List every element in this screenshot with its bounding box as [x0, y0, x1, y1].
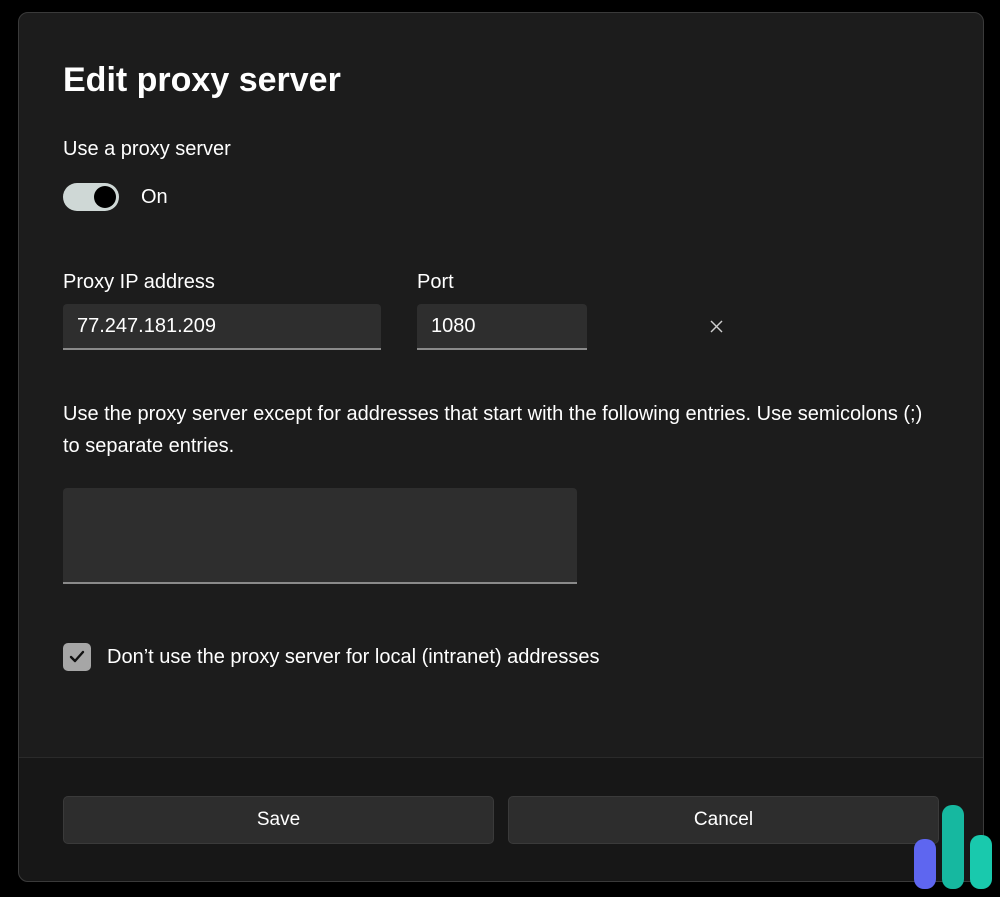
local-bypass-label: Don’t use the proxy server for local (in… [107, 646, 599, 669]
ip-label: Proxy IP address [63, 271, 381, 294]
clear-port-button[interactable] [710, 309, 723, 343]
port-input-wrap [417, 304, 587, 350]
watermark-logo [914, 805, 992, 889]
use-proxy-label: Use a proxy server [63, 138, 939, 161]
ip-field-group: Proxy IP address [63, 271, 381, 350]
port-field-group: Port [417, 271, 587, 350]
proxy-toggle[interactable] [63, 183, 119, 211]
local-bypass-row: Don’t use the proxy server for local (in… [63, 643, 939, 671]
dialog-footer: Save Cancel [19, 757, 983, 881]
proxy-toggle-state: On [141, 186, 168, 209]
proxy-ip-input[interactable] [63, 304, 381, 350]
proxy-toggle-row: On [63, 183, 939, 211]
close-icon [710, 320, 723, 333]
proxy-port-input[interactable] [417, 304, 710, 348]
save-button[interactable]: Save [63, 796, 494, 844]
exceptions-input[interactable] [63, 488, 577, 584]
cancel-button[interactable]: Cancel [508, 796, 939, 844]
local-bypass-checkbox[interactable] [63, 643, 91, 671]
checkmark-icon [68, 648, 86, 666]
dialog-title: Edit proxy server [63, 61, 939, 100]
watermark-bar-2 [942, 805, 964, 889]
address-port-row: Proxy IP address Port [63, 271, 939, 350]
exceptions-description: Use the proxy server except for addresse… [63, 398, 939, 462]
watermark-bar-3 [970, 835, 992, 889]
dialog-content: Edit proxy server Use a proxy server On … [19, 13, 983, 757]
toggle-knob [94, 186, 116, 208]
edit-proxy-dialog: Edit proxy server Use a proxy server On … [18, 12, 984, 882]
port-label: Port [417, 271, 587, 294]
watermark-bar-1 [914, 839, 936, 889]
